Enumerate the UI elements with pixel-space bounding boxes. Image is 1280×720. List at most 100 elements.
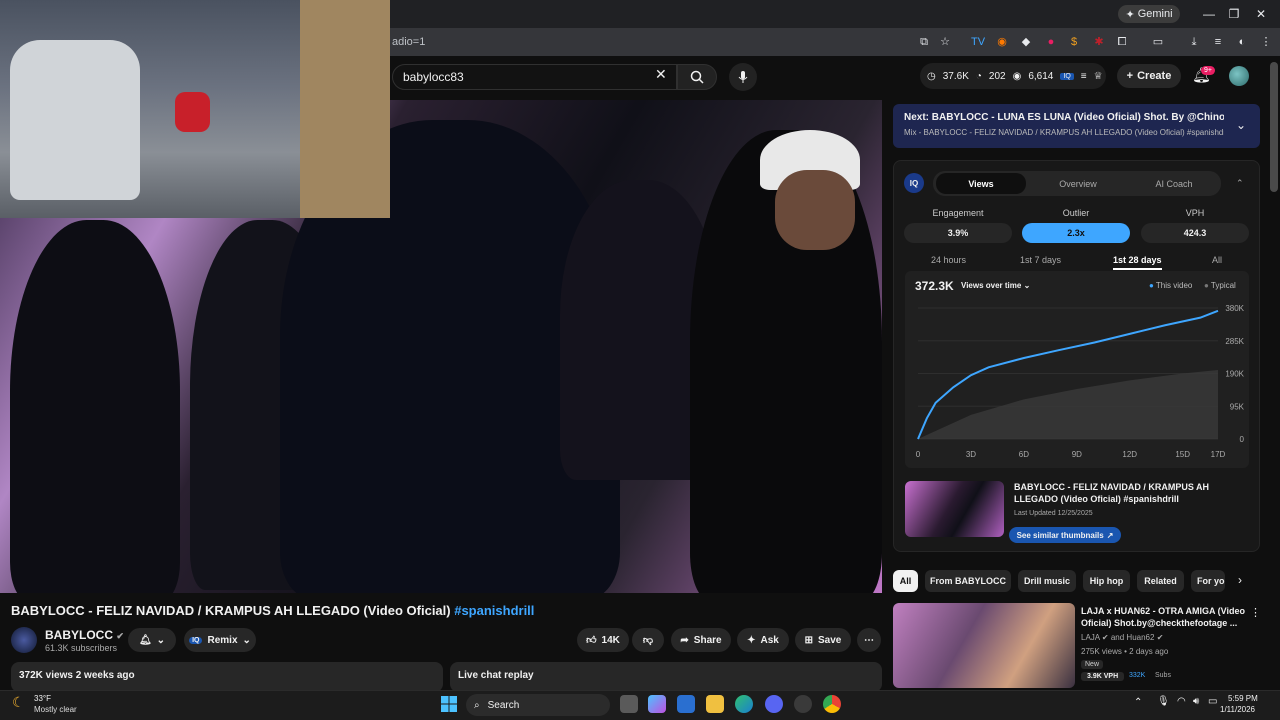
more-vertical-icon[interactable]: ⋮	[1250, 606, 1261, 619]
chip-hip-hop[interactable]: Hip hop	[1083, 570, 1130, 592]
chevron-up-icon[interactable]: ⌃	[1236, 178, 1244, 189]
legend-typical: ● Typical	[1204, 281, 1236, 290]
chip-drill-music[interactable]: Drill music	[1018, 570, 1076, 592]
trophy-icon[interactable]: ♕	[1094, 71, 1103, 82]
channel-stats-pill[interactable]: ◷ 37.6K ◔ 202 ◉ 6,614 IQ ≡ ♕	[920, 63, 1106, 89]
chip-all[interactable]: All	[893, 570, 918, 592]
bookmark-star-icon[interactable]: ☆	[937, 34, 953, 50]
url-text[interactable]: adio=1	[392, 36, 425, 48]
store-icon[interactable]	[677, 695, 695, 713]
weather-temp[interactable]: 33°F	[34, 694, 51, 703]
maximize-icon[interactable]: ❐	[1225, 5, 1243, 23]
download-icon[interactable]: ⤓	[1186, 34, 1202, 50]
recommended-channel[interactable]: LAJA ✔ and Huan62 ✔	[1081, 633, 1163, 642]
chip-for-you[interactable]: For yo	[1191, 570, 1225, 592]
sidepanel-icon[interactable]: ▭	[1150, 34, 1166, 50]
clear-search-icon[interactable]: ✕	[655, 66, 667, 83]
page-scrollbar[interactable]	[1270, 62, 1278, 192]
mic-tray-icon[interactable]: 🎙︎	[1157, 696, 1170, 707]
account-avatar[interactable]	[1229, 66, 1249, 86]
channel-name[interactable]: BABYLOCC ✔	[45, 628, 124, 642]
tab-overview[interactable]: Overview	[1033, 171, 1123, 196]
range-24h[interactable]: 24 hours	[931, 255, 966, 265]
more-actions-button[interactable]: ⋯	[857, 628, 881, 652]
clock-date[interactable]: 1/11/2026	[1220, 705, 1255, 714]
windows-start-icon[interactable]	[440, 695, 458, 713]
clock-time[interactable]: 5:59 PM	[1228, 694, 1258, 703]
see-similar-thumbnails-button[interactable]: See similar thumbnails ↗	[1009, 527, 1121, 543]
channel-avatar[interactable]	[11, 627, 37, 653]
ask-button[interactable]: ✦ Ask	[737, 628, 789, 652]
search-input-value[interactable]: babylocc83	[403, 70, 464, 84]
video-hashtag[interactable]: #spanishdrill	[454, 603, 534, 618]
tab-ai-coach[interactable]: AI Coach	[1129, 171, 1219, 196]
battery-icon[interactable]: ▭	[1208, 696, 1217, 707]
iq-icon[interactable]: IQ	[1060, 72, 1074, 80]
live-chat-label: Live chat replay	[458, 670, 534, 681]
extension-record-icon[interactable]: ●	[1043, 34, 1059, 50]
extension-tv-icon[interactable]: TV	[970, 34, 986, 50]
recommended-title[interactable]: LAJA x HUAN62 - OTRA AMIGA (Video Oficia…	[1081, 605, 1246, 629]
range-all[interactable]: All	[1212, 255, 1222, 265]
close-icon[interactable]: ✕	[1252, 5, 1270, 23]
chevron-right-icon[interactable]: ›	[1238, 573, 1242, 587]
remix-button[interactable]: IQ Remix ⌄	[184, 628, 256, 652]
range-28d[interactable]: 1st 28 days	[1113, 255, 1162, 270]
chip-from-channel[interactable]: From BABYLOCC	[925, 570, 1011, 592]
subscribed-bell-button[interactable]: 🔔︎ ⌄	[128, 628, 176, 652]
copilot-icon[interactable]	[648, 695, 666, 713]
webcam-door	[300, 0, 390, 218]
extension-diamond-icon[interactable]: ◆	[1018, 34, 1034, 50]
menu-kebab-icon[interactable]: ⋮	[1258, 34, 1274, 50]
save-label: Save	[818, 634, 842, 646]
app-icon[interactable]	[794, 695, 812, 713]
task-view-icon[interactable]	[620, 695, 638, 713]
create-button[interactable]: + Create	[1117, 64, 1181, 88]
volume-icon[interactable]: 🔊︎	[1193, 696, 1199, 707]
file-explorer-icon[interactable]	[706, 695, 724, 713]
voice-search-button[interactable]	[729, 63, 757, 91]
dislike-button[interactable]: 👎︎	[632, 628, 664, 652]
search-button[interactable]	[677, 64, 717, 90]
discord-icon[interactable]	[765, 695, 783, 713]
recommended-thumbnail[interactable]	[893, 603, 1075, 688]
share-button[interactable]: ➦ Share	[671, 628, 731, 652]
chevron-down-icon[interactable]: ⌄	[1236, 118, 1246, 132]
extension-bug-icon[interactable]: ✱	[1091, 34, 1107, 50]
video-thumbnail-card[interactable]	[905, 481, 1004, 537]
taskbar-search-label: Search	[487, 699, 520, 711]
tab-views[interactable]: Views	[936, 173, 1026, 194]
autoplay-next-box[interactable]	[893, 104, 1260, 148]
screen-share-icon[interactable]: ⧉	[916, 34, 932, 50]
extension-coin-icon[interactable]: $	[1066, 34, 1082, 50]
extensions-puzzle-icon[interactable]: ⧠	[1114, 34, 1130, 50]
profile-icon[interactable]: ◐	[1234, 34, 1250, 50]
save-button[interactable]: ⊞ Save	[795, 628, 851, 652]
like-button[interactable]: 👍︎ 14K	[577, 628, 629, 652]
video-title: BABYLOCC - FELIZ NAVIDAD / KRAMPUS AH LL…	[11, 603, 534, 618]
chart-mode-dropdown[interactable]: Views over time ⌄	[961, 281, 1030, 290]
gemini-button[interactable]: ✦ Gemini	[1118, 5, 1180, 23]
next-video-title[interactable]: Next: BABYLOCC - LUNA ES LUNA (Video Ofi…	[904, 112, 1224, 123]
gemini-label: Gemini	[1137, 8, 1173, 20]
minimize-icon[interactable]: —	[1200, 5, 1218, 23]
share-label: Share	[693, 634, 722, 646]
extension-icon[interactable]: ◉	[994, 34, 1010, 50]
queue-icon[interactable]: ≡	[1210, 34, 1226, 50]
wifi-icon[interactable]: ◠	[1177, 696, 1186, 707]
taskbar-search-input[interactable]: ⌕ Search	[466, 694, 610, 716]
chevron-up-icon[interactable]: ⌃	[1134, 697, 1142, 708]
chrome-icon[interactable]	[823, 695, 841, 713]
chip-related[interactable]: Related	[1137, 570, 1184, 592]
chart-x-tick: 0	[916, 450, 921, 459]
list-icon[interactable]: ≡	[1081, 71, 1087, 82]
edge-icon[interactable]	[735, 695, 753, 713]
rec-channel-collab[interactable]: and Huan62	[1111, 633, 1155, 642]
weather-moon-icon[interactable]: ☾	[12, 694, 25, 711]
channel-name-text[interactable]: BABYLOCC	[45, 628, 113, 642]
chart-y-tick: 380K	[1225, 304, 1244, 313]
weather-desc[interactable]: Mostly clear	[34, 705, 77, 714]
rec-channel-name[interactable]: LAJA	[1081, 633, 1100, 642]
chevron-down-icon: ⌄	[1023, 281, 1031, 290]
range-7d[interactable]: 1st 7 days	[1020, 255, 1061, 265]
